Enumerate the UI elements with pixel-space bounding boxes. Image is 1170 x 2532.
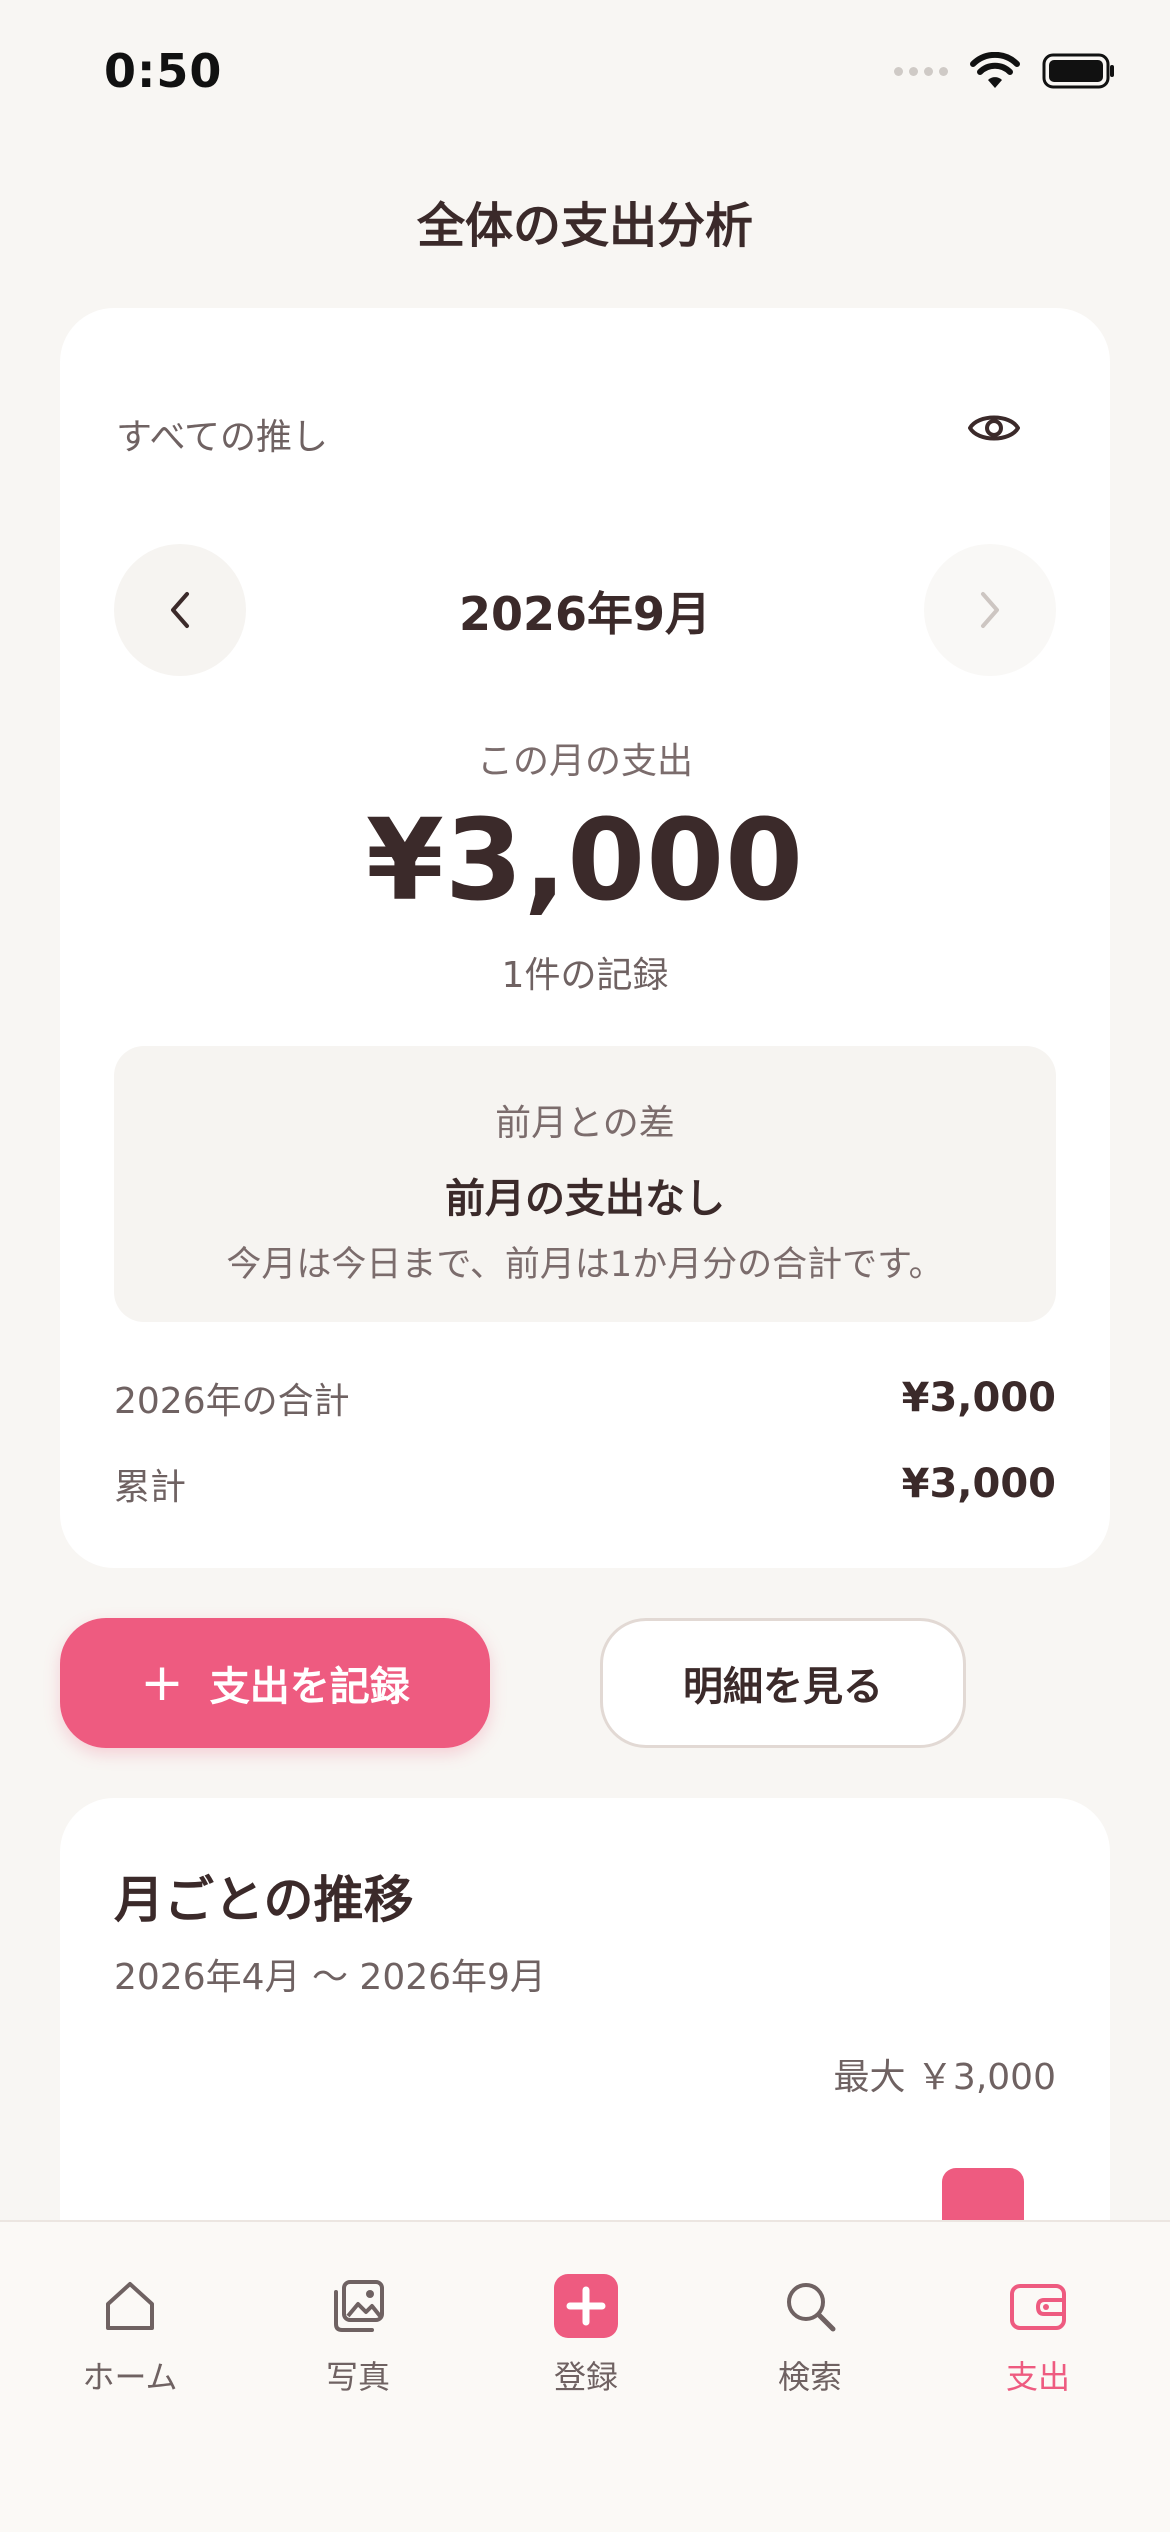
- wifi-icon: [970, 52, 1020, 88]
- year-total-label: 2026年の合計: [114, 1381, 350, 1422]
- tab-home[interactable]: ホーム: [30, 2274, 230, 2398]
- record-expense-label: 支出を記録: [209, 1664, 410, 1710]
- search-icon: [778, 2274, 842, 2338]
- cumulative-row: 累計 ¥3,000: [114, 1458, 1056, 1510]
- trend-max-label: 最大 ￥3,000: [833, 2057, 1056, 2098]
- tab-home-label: ホーム: [82, 2358, 178, 2396]
- spend-caption: この月の支出: [476, 741, 693, 782]
- view-details-label: 明細を見る: [683, 1664, 883, 1710]
- status-time: 0:50: [104, 44, 223, 98]
- cellular-signal-icon: [894, 66, 948, 76]
- eye-icon[interactable]: [966, 400, 1022, 456]
- tab-search[interactable]: 検索: [710, 2274, 910, 2398]
- screen: 0:50 全体の支出分析 すべての推し 2026年9月 この月の支出 ¥3,00…: [0, 0, 1170, 2532]
- status-indicators: [894, 52, 1116, 90]
- home-icon: [98, 2274, 162, 2338]
- tab-photo-label: 写真: [325, 2358, 390, 2396]
- tab-photo[interactable]: 写真: [258, 2274, 458, 2398]
- trend-range: 2026年4月 〜 2026年9月: [114, 1957, 546, 1998]
- add-icon: [554, 2274, 618, 2338]
- view-details-button[interactable]: 明細を見る: [600, 1618, 966, 1748]
- cumulative-value: ¥3,000: [901, 1461, 1056, 1507]
- tab-add-label: 登録: [553, 2358, 618, 2396]
- plus-icon: +: [140, 1653, 184, 1713]
- year-total-value: ¥3,000: [901, 1375, 1056, 1421]
- photo-library-icon: [326, 2274, 390, 2338]
- battery-icon: [1042, 53, 1114, 89]
- wallet-icon: [1006, 2274, 1070, 2338]
- diff-main: 前月の支出なし: [445, 1176, 725, 1222]
- tab-add[interactable]: 登録: [486, 2274, 686, 2398]
- trend-title: 月ごとの推移: [114, 1871, 414, 1929]
- diff-note: 今月は今日まで、前月は1か月分の合計です。: [226, 1245, 944, 1285]
- next-month-button[interactable]: [924, 544, 1056, 676]
- tab-expense[interactable]: 支出: [938, 2274, 1138, 2398]
- diff-title: 前月との差: [495, 1103, 675, 1144]
- tab-bar: ホーム 写真 登録 検索 支出: [0, 2220, 1170, 2532]
- cumulative-label: 累計: [114, 1467, 187, 1508]
- record-expense-button[interactable]: + 支出を記録: [60, 1618, 490, 1748]
- month-diff-box: 前月との差 前月の支出なし 今月は今日まで、前月は1か月分の合計です。: [114, 1046, 1056, 1322]
- oshi-filter-label[interactable]: すべての推し: [116, 408, 328, 460]
- page-title: 全体の支出分析: [416, 198, 753, 254]
- chevron-right-icon: [981, 592, 999, 628]
- year-total-row: 2026年の合計 ¥3,000: [114, 1372, 1056, 1424]
- record-count: 1件の記録: [501, 955, 669, 996]
- spend-amount: ¥3,000: [365, 796, 805, 926]
- tab-search-label: 検索: [777, 2358, 842, 2396]
- summary-card: すべての推し 2026年9月 この月の支出 ¥3,000 1件の記録 前月との差…: [60, 308, 1110, 1568]
- tab-expense-label: 支出: [1005, 2358, 1070, 2396]
